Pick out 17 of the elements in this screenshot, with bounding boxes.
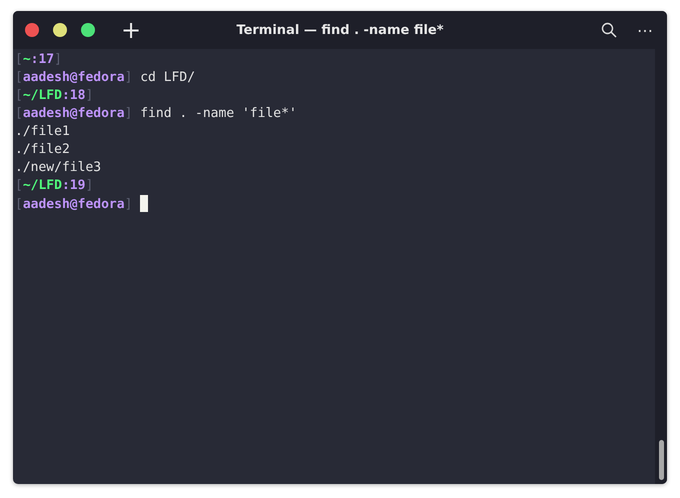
terminal-line: [~/LFD:19] (15, 177, 94, 195)
new-tab-button[interactable]: + (117, 18, 146, 42)
maximize-button[interactable] (81, 23, 95, 37)
terminal-line: [aadesh@fedora] (15, 195, 653, 214)
terminal-line: ./file1 (15, 123, 71, 141)
terminal-line: [~/LFD:18] (15, 87, 94, 105)
terminal-line: ./new/file3 (15, 159, 102, 177)
scrollbar-thumb[interactable] (658, 440, 664, 480)
menu-button[interactable]: ⋯ (635, 20, 655, 40)
search-icon[interactable] (601, 22, 617, 38)
terminal-line: [aadesh@fedora] find . -name 'file*' (15, 105, 298, 123)
window-title: Terminal — find . -name file* (235, 22, 445, 38)
close-button[interactable] (25, 23, 39, 37)
terminal-line: [~:17] (15, 51, 63, 69)
terminal-line: [aadesh@fedora] cd LFD/ (15, 69, 196, 87)
minimize-button[interactable] (53, 23, 67, 37)
terminal-line: ./file2 (15, 141, 71, 159)
